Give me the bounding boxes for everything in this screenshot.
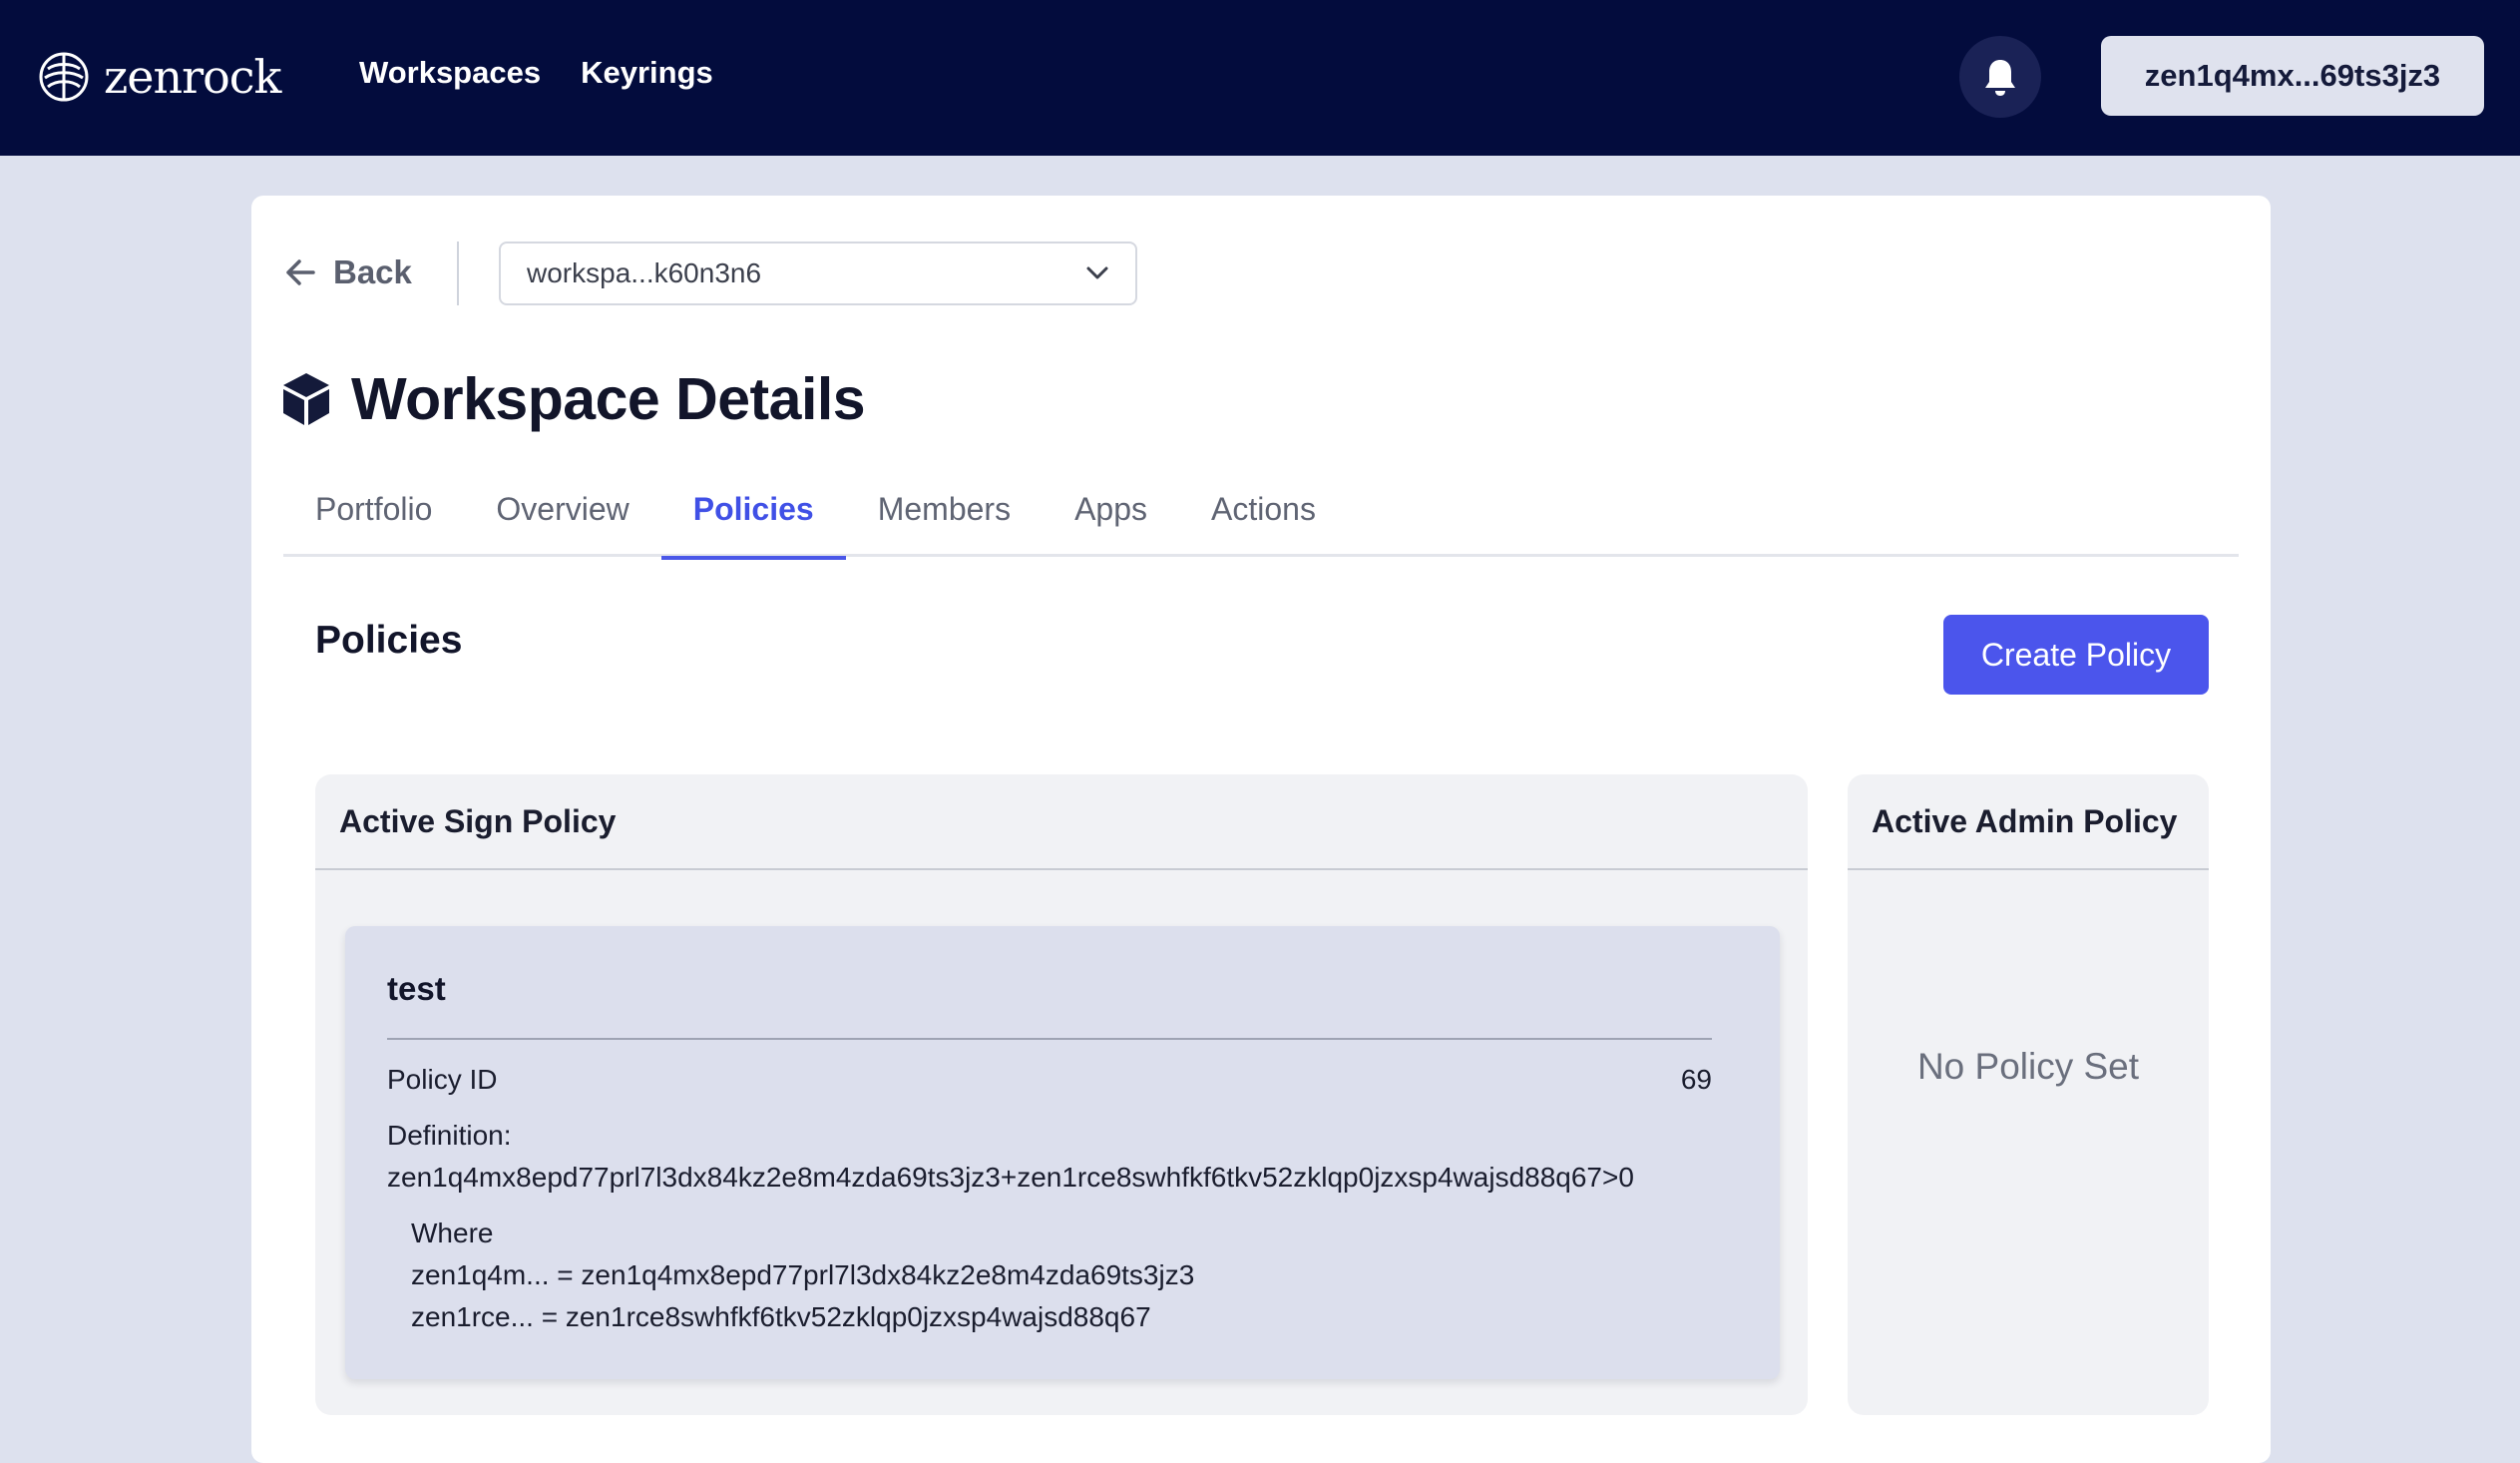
policy-id-row: Policy ID 69 <box>387 1064 1712 1096</box>
definition-label: Definition: <box>387 1120 512 1151</box>
workspace-details-card: Back workspa...k60n3n6 Workspace Details… <box>251 196 2271 1463</box>
chevron-down-icon <box>1086 266 1108 279</box>
tab-overview[interactable]: Overview <box>464 485 660 557</box>
definition-text: zen1q4mx8epd77prl7l3dx84kz2e8m4zda69ts3j… <box>387 1162 1634 1193</box>
arrow-left-icon <box>286 259 315 285</box>
page-title-row: Workspace Details <box>281 365 866 433</box>
tab-policies[interactable]: Policies <box>660 485 846 560</box>
policy-divider <box>387 1038 1712 1040</box>
logo-text: zenrock <box>104 50 281 104</box>
wallet-address-button[interactable]: zen1q4mx...69ts3jz3 <box>2101 36 2484 116</box>
where-line: zen1q4m... = zen1q4mx8epd77prl7l3dx84kz2… <box>411 1259 1195 1290</box>
header-divider <box>457 242 459 305</box>
tab-actions[interactable]: Actions <box>1179 485 1348 557</box>
tab-apps[interactable]: Apps <box>1043 485 1179 557</box>
notifications-button[interactable] <box>1959 36 2041 118</box>
zenrock-logo-icon <box>39 52 89 102</box>
active-admin-policy-panel: Active Admin Policy No Policy Set <box>1848 774 2209 1415</box>
back-label: Back <box>333 253 412 290</box>
workspace-select[interactable]: workspa...k60n3n6 <box>499 242 1137 305</box>
cube-icon <box>283 373 329 425</box>
where-label: Where <box>411 1218 494 1248</box>
create-policy-button[interactable]: Create Policy <box>1943 615 2209 695</box>
active-sign-policy-header: Active Sign Policy <box>315 774 1808 870</box>
no-policy-set-text: No Policy Set <box>1916 1046 2140 1087</box>
policy-name: test <box>387 970 446 1007</box>
main-nav: Workspaces Keyrings <box>359 55 713 91</box>
active-sign-policy-panel: Active Sign Policy test Policy ID 69 Def… <box>315 774 1808 1415</box>
workspace-select-value: workspa...k60n3n6 <box>527 257 762 288</box>
tab-members[interactable]: Members <box>846 485 1043 557</box>
nav-link-workspaces[interactable]: Workspaces <box>359 55 541 91</box>
back-button[interactable]: Back <box>285 253 412 291</box>
policy-id-label: Policy ID <box>387 1064 498 1095</box>
where-line: zen1rce... = zen1rce8swhfkf6tkv52zklqp0j… <box>411 1301 1151 1332</box>
zenrock-logo[interactable]: zenrock <box>38 48 281 106</box>
nav-link-keyrings[interactable]: Keyrings <box>581 55 713 91</box>
policies-section-title: Policies <box>315 619 463 662</box>
active-admin-policy-header: Active Admin Policy <box>1848 774 2209 870</box>
tab-portfolio[interactable]: Portfolio <box>283 485 464 557</box>
top-navbar: zenrock Workspaces Keyrings zen1q4mx...6… <box>0 0 2520 156</box>
bell-icon <box>1985 60 2015 96</box>
policy-id-value: 69 <box>1680 1064 1712 1095</box>
page-title: Workspace Details <box>351 366 866 432</box>
policy-card: test Policy ID 69 Definition: zen1q4mx8e… <box>345 926 1780 1379</box>
workspace-tabs: Portfolio Overview Policies Members Apps… <box>283 485 2239 560</box>
